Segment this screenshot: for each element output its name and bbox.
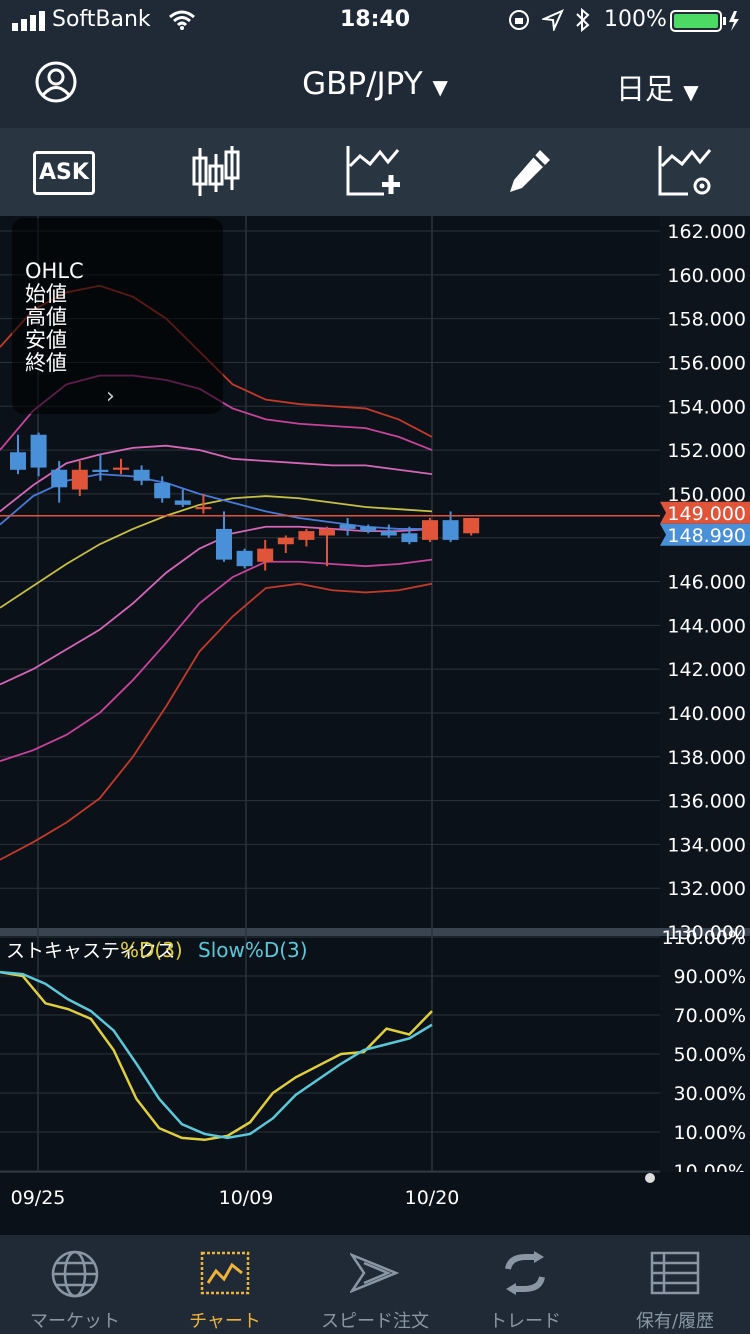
candle-body [216, 528, 232, 560]
price-tick-label: 140.000 [667, 703, 746, 725]
candle-body [319, 528, 335, 536]
panel-divider [0, 928, 750, 936]
high-label: 高値 [25, 305, 67, 329]
chevron-down-icon: ▼ [683, 80, 699, 104]
oscillator-tick-label: 30.00% [674, 1083, 746, 1105]
low-label: 安値 [25, 328, 67, 352]
candle-body [30, 434, 47, 468]
open-label: 始値 [25, 282, 67, 306]
scroll-indicator-dot [645, 1173, 655, 1183]
app-header: GBP/JPY ▼ 日足 ▼ [0, 42, 750, 128]
price-tick-label: 152.000 [667, 440, 746, 462]
candle-body [339, 524, 356, 529]
candle-body [277, 537, 294, 545]
candle-body [236, 550, 253, 567]
candle-body [463, 517, 480, 534]
candle-body [195, 507, 212, 510]
price-tick-label: 132.000 [667, 878, 746, 900]
tab-label: スピード注文 [321, 1311, 429, 1332]
tab-label: トレード [489, 1311, 561, 1332]
add-indicator-icon[interactable] [344, 144, 404, 200]
globe-icon [51, 1250, 99, 1298]
candle-body [133, 469, 150, 481]
candle-body [380, 531, 397, 536]
refresh-arrows-icon [505, 1251, 545, 1295]
candle-body [154, 482, 171, 499]
price-tick-label: 154.000 [667, 396, 746, 418]
price-tick-label: 146.000 [667, 572, 746, 594]
chevron-down-icon: ▼ [432, 75, 448, 99]
battery-icon [670, 10, 739, 32]
tab-speed-order[interactable]: スピード注文 [300, 1235, 450, 1334]
price-tick-label: 142.000 [667, 659, 746, 681]
bottom-tab-bar: マーケット チャート スピード注文 トレード 保有/履歴 [0, 1235, 750, 1334]
oscillator-tick-label: 90.00% [674, 966, 746, 988]
candle-body [442, 520, 459, 540]
bluetooth-icon [576, 7, 590, 33]
tab-label: マーケット [30, 1311, 120, 1332]
battery-percent: 100% [604, 7, 667, 32]
bid-price-label: 149.000 [667, 503, 746, 525]
candle-body [174, 500, 191, 505]
price-tick-label: 136.000 [667, 791, 746, 813]
oscillator-tick-label: 10.00% [674, 1122, 746, 1144]
price-tick-label: 134.000 [667, 834, 746, 856]
candle-body [257, 548, 274, 562]
price-tick-label: 160.000 [667, 265, 746, 287]
list-icon [650, 1251, 700, 1295]
date-tick-label: 10/09 [219, 1187, 274, 1209]
price-tick-label: 138.000 [667, 747, 746, 769]
oscillator-series-d-label: %D(3) [120, 938, 183, 962]
tab-trade[interactable]: トレード [450, 1235, 600, 1334]
candle-body [71, 469, 88, 490]
ask-toggle-button[interactable]: ASK [33, 151, 95, 195]
chart-toolbar: ASK [0, 128, 750, 216]
location-icon [542, 9, 564, 31]
candle-body [92, 469, 109, 472]
tab-chart[interactable]: チャート [150, 1235, 300, 1334]
candle-body [401, 533, 418, 543]
candle-body [298, 531, 315, 540]
pencil-icon[interactable] [506, 146, 554, 196]
oscillator-series-slow-label: Slow%D(3) [198, 938, 308, 962]
oscillator-tick-label: 70.00% [674, 1005, 746, 1027]
date-axis-background [0, 1172, 750, 1234]
price-tick-label: 158.000 [667, 309, 746, 331]
oscillator-tick-label: 110.00% [661, 927, 746, 949]
indicator-settings-icon[interactable] [656, 144, 716, 200]
candlestick-icon[interactable] [190, 144, 242, 200]
candle-body [360, 526, 377, 532]
speed-arrow-icon [350, 1252, 400, 1294]
tab-holdings-history[interactable]: 保有/履歴 [600, 1235, 750, 1334]
candle-body [422, 520, 438, 540]
oscillator-tick-label: 50.00% [674, 1044, 746, 1066]
price-tick-label: 144.000 [667, 615, 746, 637]
chevron-right-icon[interactable]: › [106, 384, 115, 409]
timeframe-selector[interactable]: 日足 ▼ [616, 66, 699, 108]
stochastic-line [0, 970, 433, 1140]
bollinger-band-line [0, 558, 433, 762]
price-tick-label: 156.000 [667, 352, 746, 374]
chart-icon [200, 1251, 250, 1295]
tab-label: 保有/履歴 [635, 1311, 715, 1332]
tab-market[interactable]: マーケット [0, 1235, 150, 1334]
ohlc-panel[interactable]: OHLC 始値 高値 安値 終値 › [12, 218, 223, 414]
ohlc-title: OHLC [25, 259, 84, 283]
rotation-lock-icon [509, 10, 529, 30]
close-label: 終値 [25, 351, 67, 375]
date-tick-label: 09/25 [11, 1187, 66, 1209]
candle-body [51, 469, 68, 488]
candle-body [10, 452, 26, 470]
ask-price-label: 148.990 [667, 525, 746, 547]
currency-pair-label: GBP/JPY [302, 66, 423, 102]
candle-body [113, 467, 129, 470]
price-tick-label: 162.000 [667, 221, 746, 243]
tab-label: チャート [189, 1311, 261, 1332]
date-tick-label: 10/20 [405, 1187, 460, 1209]
status-bar: SoftBank 18:40 100% [0, 0, 750, 42]
timeframe-label: 日足 [616, 72, 675, 106]
